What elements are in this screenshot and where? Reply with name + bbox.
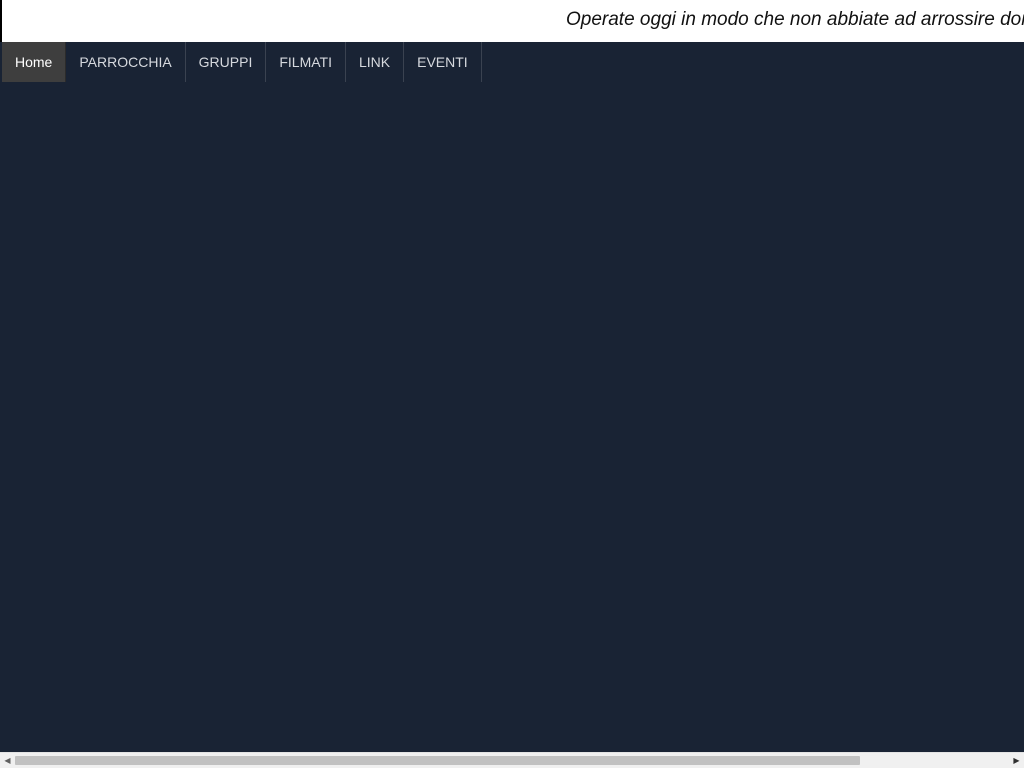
nav-item-eventi[interactable]: EVENTI bbox=[404, 42, 482, 82]
nav-item-home[interactable]: Home bbox=[2, 42, 67, 82]
triangle-left-icon[interactable]: ◀ bbox=[0, 753, 15, 768]
main-nav: Home PARROCCHIA GRUPPI FILMATI LINK EVEN… bbox=[0, 42, 482, 82]
horizontal-scrollbar[interactable]: ◀ ▶ bbox=[0, 752, 1024, 768]
page: Operate oggi in modo che non abbiate ad … bbox=[0, 0, 1024, 768]
nav-item-gruppi[interactable]: GRUPPI bbox=[186, 42, 267, 82]
nav-item-parrocchia[interactable]: PARROCCHIA bbox=[66, 42, 186, 82]
main-content-area bbox=[0, 82, 1024, 752]
triangle-right-icon[interactable]: ▶ bbox=[1009, 753, 1024, 768]
scrollbar-thumb[interactable] bbox=[15, 756, 860, 765]
nav-item-filmati[interactable]: FILMATI bbox=[266, 42, 346, 82]
marquee-quote: Operate oggi in modo che non abbiate ad … bbox=[566, 9, 1024, 30]
top-banner: Operate oggi in modo che non abbiate ad … bbox=[0, 0, 1024, 42]
nav-item-link[interactable]: LINK bbox=[346, 42, 405, 82]
